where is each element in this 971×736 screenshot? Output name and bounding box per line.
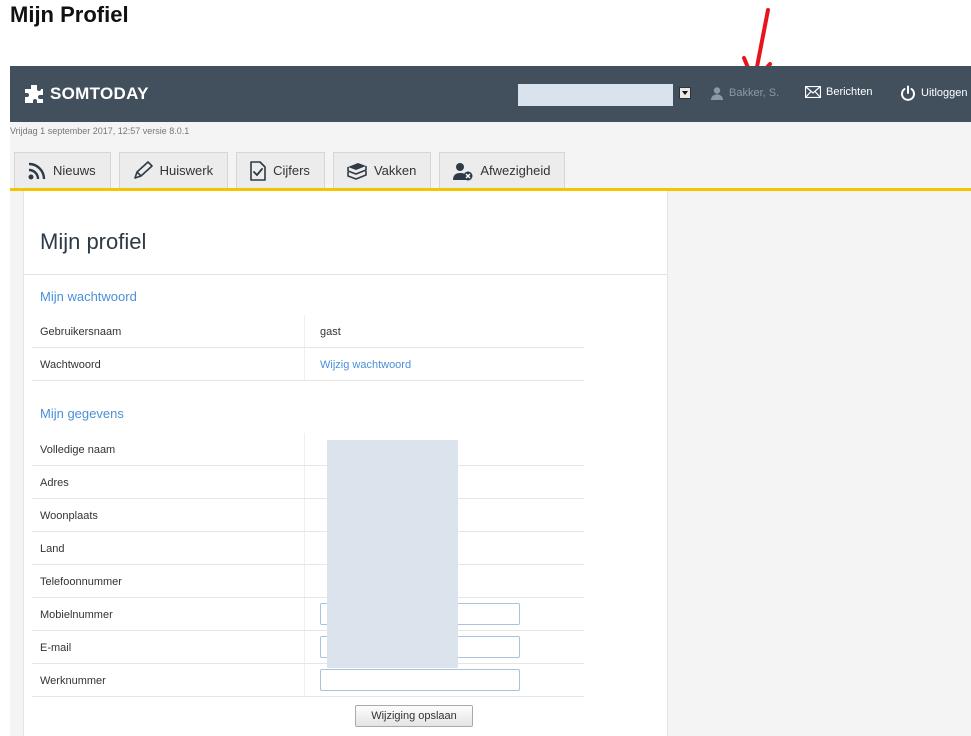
main-tabs: Nieuws Huiswerk Cijfers Vakken Afwezighe…: [14, 152, 573, 188]
column-divider: [304, 598, 305, 630]
save-changes-button[interactable]: Wijziging opslaan: [355, 705, 473, 727]
power-icon: [901, 85, 915, 101]
messages-label: Berichten: [826, 86, 873, 98]
tab-afwezigheid[interactable]: Afwezigheid: [439, 152, 566, 188]
address-label: Adres: [40, 477, 69, 489]
phone-label: Telefoonnummer: [40, 576, 122, 588]
work-number-label: Werknummer: [40, 675, 106, 687]
country-row: Land: [32, 532, 584, 565]
city-label: Woonplaats: [40, 510, 98, 522]
phone-row: Telefoonnummer: [32, 565, 584, 598]
mobile-label: Mobielnummer: [40, 609, 113, 621]
tab-vakken[interactable]: Vakken: [332, 152, 432, 188]
logout-button[interactable]: Uitloggen: [900, 85, 967, 101]
full-name-row: Volledige naam: [32, 433, 584, 466]
email-row: E-mail: [32, 631, 584, 664]
logo-text: SOMTODAY: [50, 84, 149, 103]
column-divider: [304, 499, 305, 531]
date-version-line: Vrijdag 1 september 2017, 12:57 versie 8…: [10, 126, 190, 136]
top-bar: SOMTODAY Bakker, S. Berichten Uitloggen: [10, 66, 971, 122]
column-divider: [304, 315, 305, 347]
checked-document-icon: [250, 160, 266, 181]
page-title: Mijn profiel: [40, 229, 147, 254]
tab-nieuws[interactable]: Nieuws: [14, 152, 111, 188]
username-label: Gebruikersnaam: [40, 326, 122, 338]
details-section-title: Mijn gegevens: [40, 406, 124, 421]
password-row: Wachtwoord Wijzig wachtwoord: [32, 348, 584, 381]
username-value: gast: [320, 326, 341, 338]
logout-label: Uitloggen: [921, 87, 968, 99]
user-icon: [711, 87, 723, 100]
column-divider: [304, 565, 305, 597]
city-row: Woonplaats: [32, 499, 584, 532]
full-name-label: Volledige naam: [40, 444, 116, 456]
envelope-icon: [805, 86, 821, 98]
rss-icon: [28, 162, 46, 179]
tab-label: Huiswerk: [159, 163, 214, 178]
column-divider: [304, 348, 305, 380]
tab-label: Cijfers: [273, 163, 310, 178]
column-divider: [304, 631, 305, 663]
column-divider: [304, 532, 305, 564]
country-label: Land: [40, 543, 65, 555]
work-number-row: Werknummer: [32, 664, 584, 697]
tab-label: Afwezigheid: [480, 163, 551, 178]
password-label: Wachtwoord: [40, 359, 101, 371]
puzzle-logo-icon: [25, 85, 43, 103]
column-divider: [304, 466, 305, 498]
column-divider: [304, 664, 305, 696]
change-password-link[interactable]: Wijzig wachtwoord: [320, 359, 411, 371]
mobile-row: Mobielnummer: [32, 598, 584, 631]
username-row: Gebruikersnaam gast: [32, 315, 584, 348]
profile-panel: Mijn profiel Mijn wachtwoord Gebruikersn…: [23, 191, 668, 736]
tab-label: Nieuws: [53, 163, 96, 178]
password-section-title: Mijn wachtwoord: [40, 289, 137, 304]
tab-label: Vakken: [373, 163, 417, 178]
column-divider: [304, 433, 305, 465]
redacted-values-block: [327, 440, 458, 668]
work-number-input[interactable]: [320, 669, 520, 691]
top-search-field[interactable]: [518, 84, 673, 106]
address-row: Adres: [32, 466, 584, 499]
somtoday-logo[interactable]: SOMTODAY: [24, 84, 149, 104]
tab-huiswerk[interactable]: Huiswerk: [118, 152, 229, 188]
pencil-icon: [133, 160, 153, 179]
messages-button[interactable]: Berichten: [805, 86, 872, 98]
title-divider: [24, 274, 667, 275]
dropdown-toggle-icon[interactable]: [679, 87, 691, 99]
user-absent-icon: [453, 162, 473, 180]
app-screen: SOMTODAY Bakker, S. Berichten Uitloggen …: [10, 66, 971, 736]
email-label: E-mail: [40, 642, 72, 654]
books-icon: [347, 162, 367, 180]
tab-cijfers[interactable]: Cijfers: [236, 152, 325, 188]
user-menu[interactable]: Bakker, S.: [710, 86, 779, 100]
user-name: Bakker, S.: [729, 87, 780, 99]
